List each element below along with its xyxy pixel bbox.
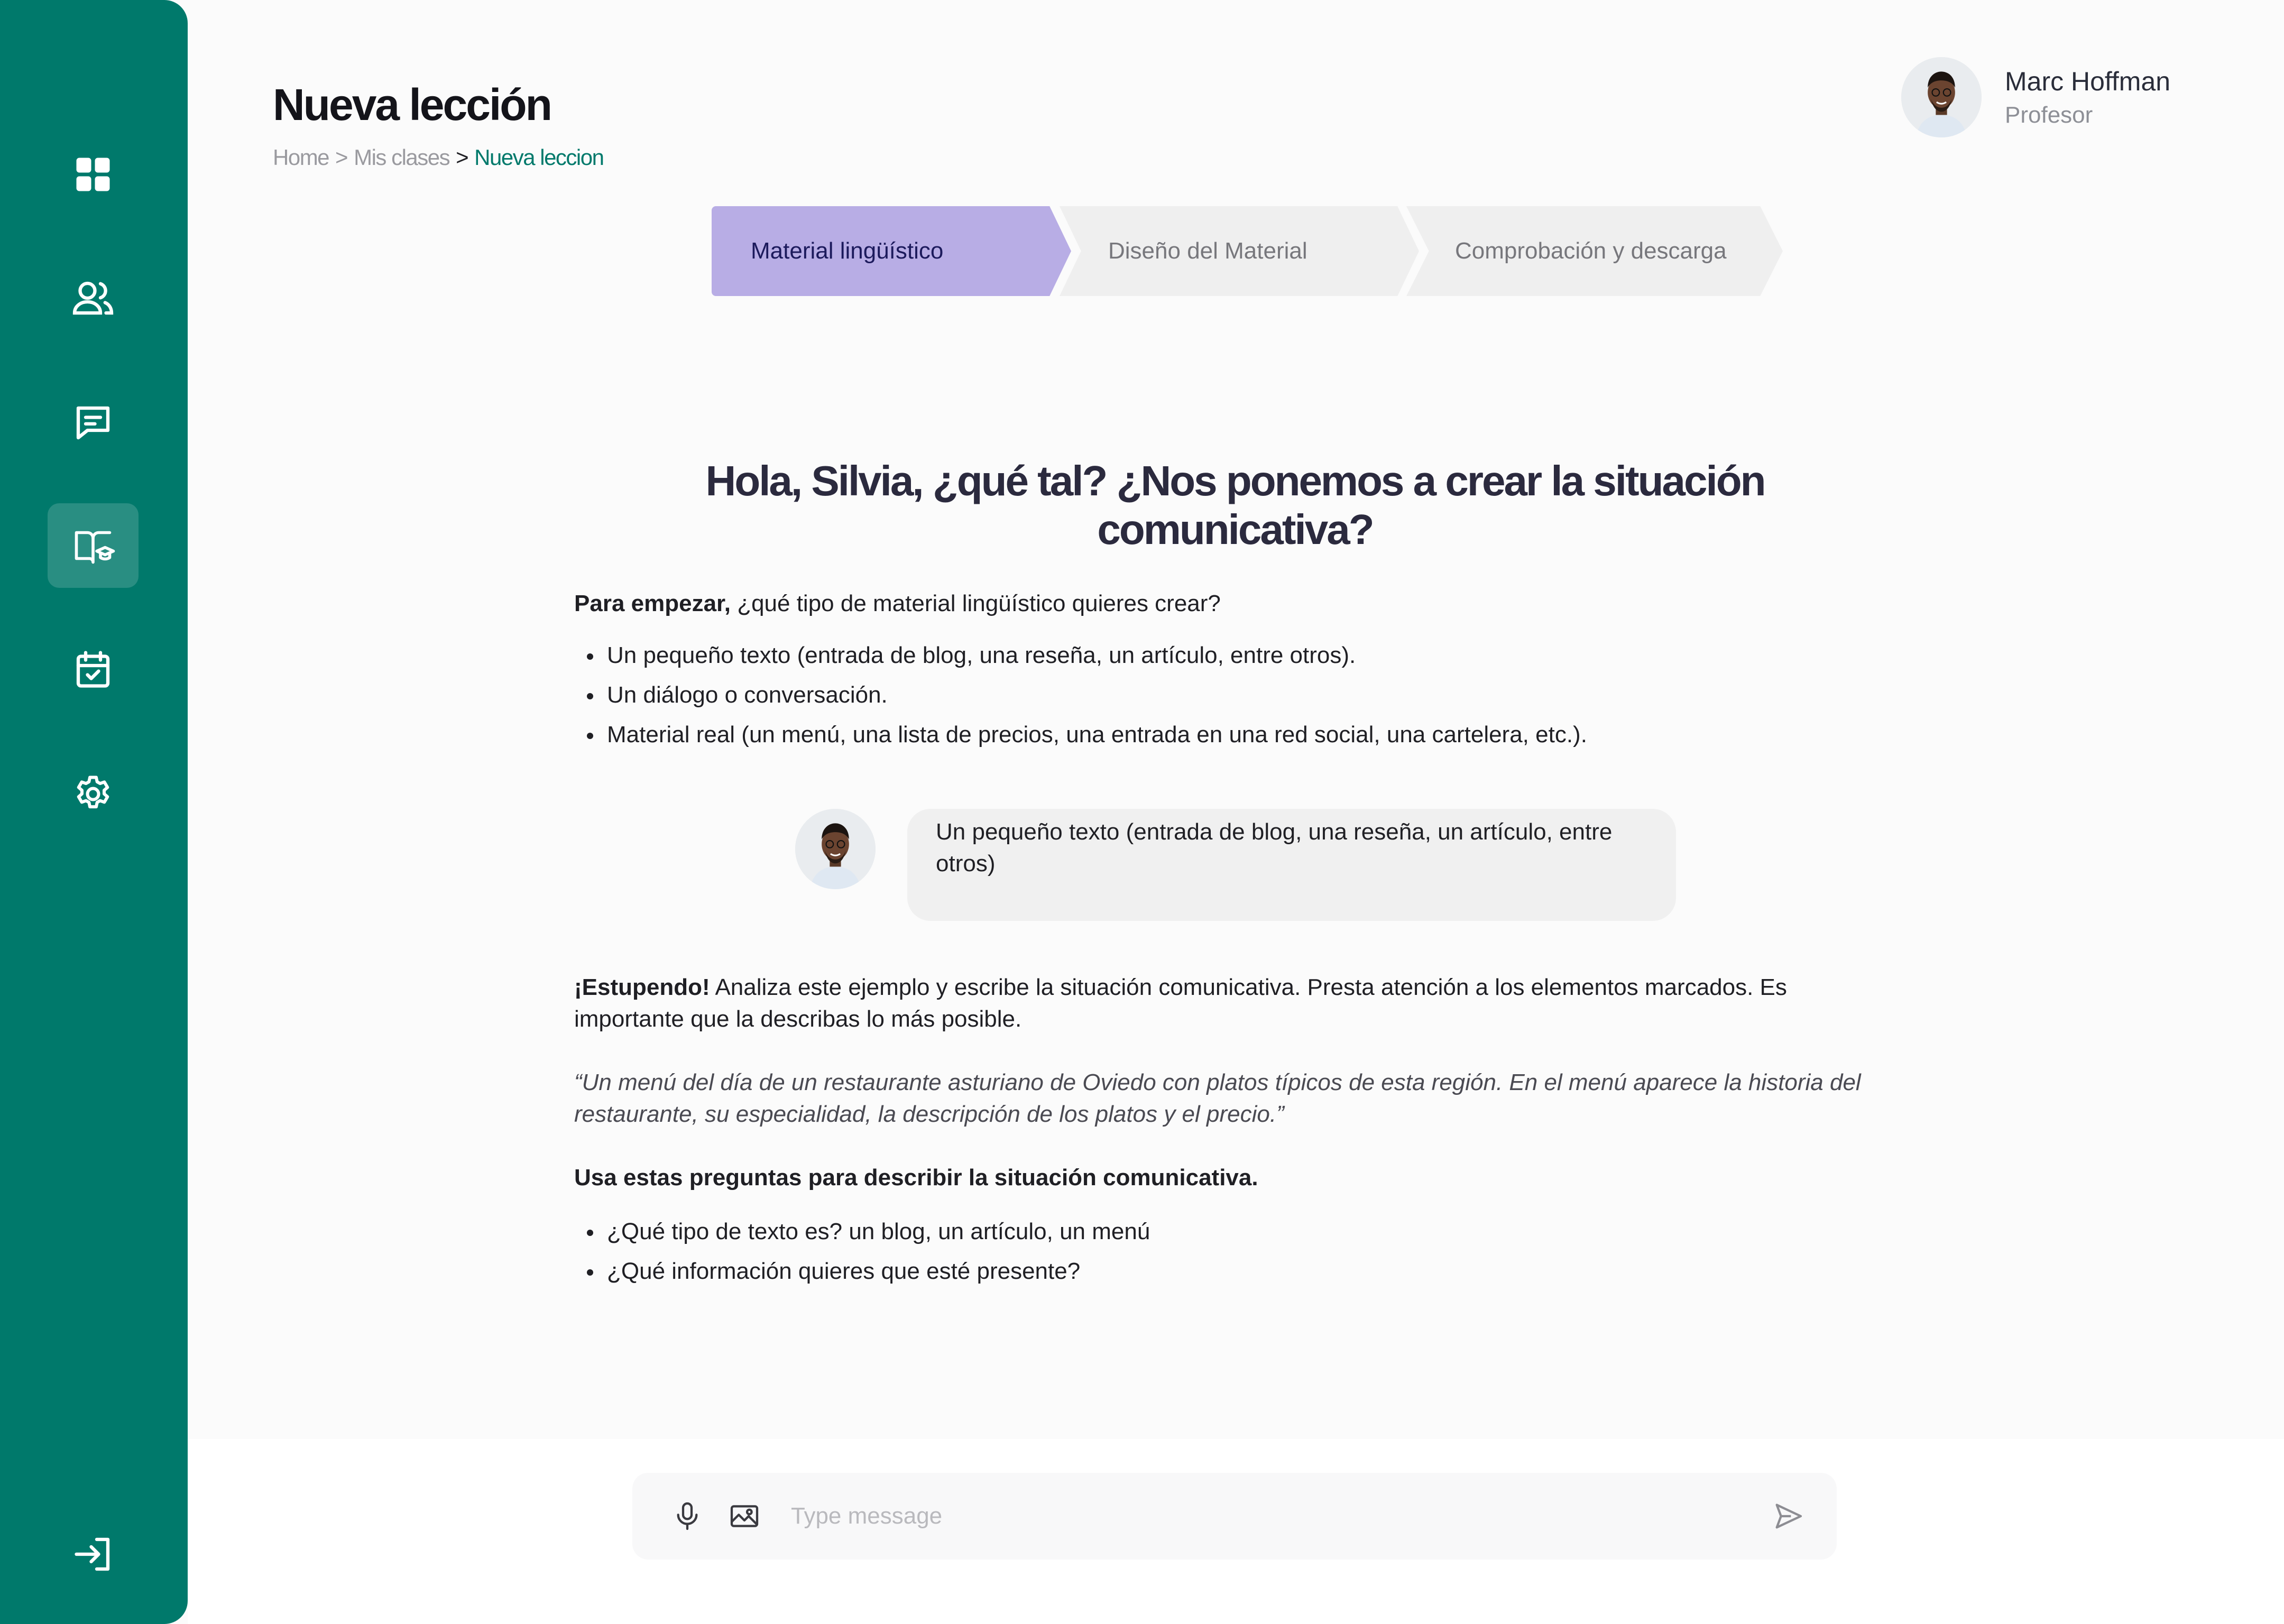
breadcrumb-home[interactable]: Home (273, 145, 330, 170)
message-input[interactable] (791, 1473, 1743, 1560)
dashboard-icon (76, 158, 110, 191)
guiding-questions-list: ¿Qué tipo de texto es? un blog, un artíc… (587, 1216, 1150, 1295)
users-icon (72, 281, 114, 315)
list-item: Un pequeño texto (entrada de blog, una r… (587, 640, 1587, 671)
sidebar-item-messages[interactable] (48, 381, 139, 465)
step-diseno-material[interactable]: Diseño del Material (1060, 206, 1419, 296)
microphone-icon (677, 1502, 698, 1530)
page-title: Nueva lección (273, 80, 552, 130)
logout-button[interactable] (48, 1512, 139, 1597)
send-button[interactable] (1771, 1499, 1805, 1533)
sidebar-item-lessons[interactable] (48, 503, 139, 588)
avatar-image (795, 809, 876, 889)
user-message-bubble: Un pequeño texto (entrada de blog, una r… (907, 809, 1676, 921)
send-icon (1775, 1503, 1802, 1529)
step-label: Material lingüístico (751, 238, 944, 264)
image-icon (730, 1505, 759, 1527)
lessons-book-icon (75, 531, 115, 564)
step-comprobacion-descarga[interactable]: Comprobación y descarga (1406, 206, 1783, 296)
sidebar (0, 0, 188, 1624)
assistant-intro: Para empezar, ¿qué tipo de material ling… (574, 588, 1221, 620)
breadcrumb-current: Nueva leccion (474, 145, 604, 170)
sidebar-item-settings[interactable] (48, 752, 139, 836)
sidebar-item-calendar[interactable] (48, 627, 139, 712)
profile-name: Marc Hoffman (2005, 67, 2171, 96)
intro-bold: Para empezar, (574, 590, 731, 616)
avatar-image (1901, 57, 1982, 137)
calendar-check-icon (76, 651, 110, 688)
sidebar-item-students[interactable] (48, 256, 139, 340)
material-options-list: Un pequeño texto (entrada de blog, una r… (587, 640, 1587, 759)
breadcrumb-separator: > (456, 145, 469, 170)
profile-role: Profesor (2005, 102, 2093, 128)
questions-heading: Usa estas preguntas para describir la si… (574, 1165, 1258, 1191)
breadcrumb-classes[interactable]: Mis clases (354, 145, 450, 170)
breadcrumb: Home > Mis clases > Nueva leccion (273, 145, 604, 170)
user-profile[interactable]: Marc Hoffman Profesor (1901, 57, 2170, 137)
logout-icon (75, 1537, 110, 1571)
step-label: Diseño del Material (1108, 238, 1307, 264)
step-material-linguistico[interactable]: Material lingüístico (712, 206, 1071, 296)
response-text: Analiza este ejemplo y escribe la situac… (574, 974, 1787, 1032)
intro-text: ¿qué tipo de material lingüístico quiere… (730, 590, 1221, 616)
response-bold: ¡Estupendo! (574, 974, 710, 1000)
list-item: ¿Qué tipo de texto es? un blog, un artíc… (587, 1216, 1150, 1248)
list-item: Un diálogo o conversación. (587, 679, 1587, 711)
breadcrumb-separator: > (335, 145, 348, 170)
chat-icon (76, 406, 110, 440)
message-composer (632, 1473, 1837, 1560)
step-label: Comprobación y descarga (1455, 238, 1727, 264)
example-quote: “Un menú del día de un restaurante astur… (574, 1069, 1861, 1127)
user-message-avatar (795, 809, 876, 889)
list-item: Material real (un menú, una lista de pre… (587, 719, 1587, 751)
assistant-response: ¡Estupendo! Analiza este ejemplo y escri… (574, 972, 1896, 1035)
settings-gear-icon (77, 776, 109, 809)
chat-headline: Hola, Silvia, ¿qué tal? ¿Nos ponemos a c… (705, 457, 1766, 553)
microphone-button[interactable] (670, 1499, 704, 1533)
avatar (1901, 57, 1982, 137)
sidebar-item-dashboard[interactable] (48, 132, 139, 217)
attach-image-button[interactable] (727, 1499, 761, 1533)
list-item: ¿Qué información quieres que esté presen… (587, 1256, 1150, 1287)
